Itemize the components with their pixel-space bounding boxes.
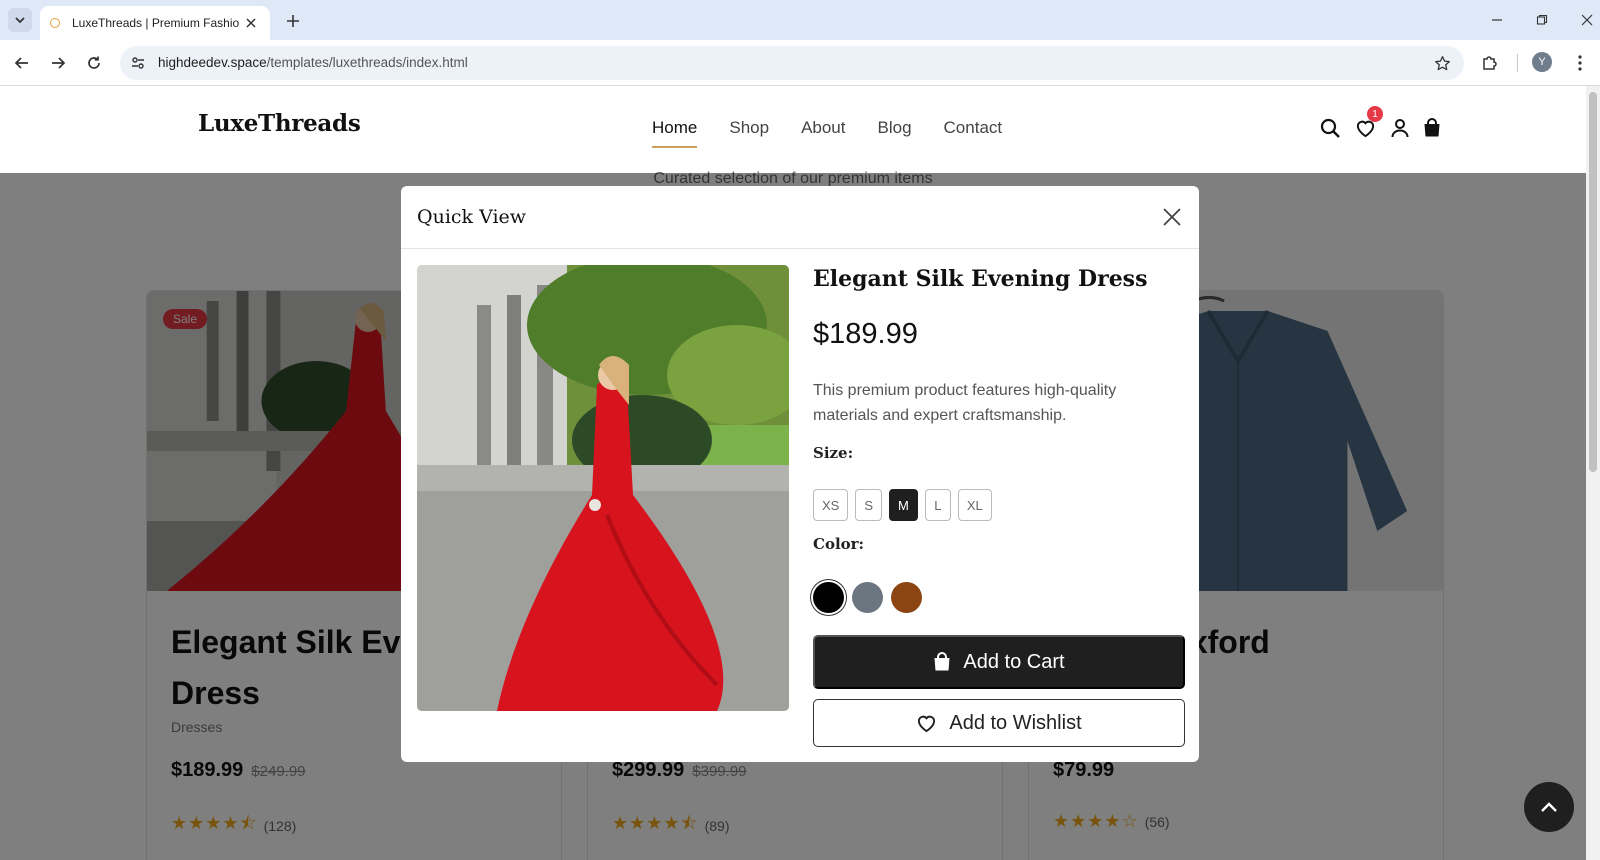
- product-price: $189.99: [813, 318, 918, 350]
- product-name: Elegant Silk Evening Dress: [813, 266, 1148, 292]
- tab-close-icon[interactable]: [242, 14, 260, 32]
- site-header: LuxeThreads Home Shop About Blog Contact…: [0, 86, 1586, 173]
- add-to-cart-label: Add to Cart: [963, 650, 1065, 673]
- restore-icon: [1536, 14, 1548, 25]
- extensions-button[interactable]: [1478, 51, 1502, 75]
- minimize-icon: [1492, 19, 1502, 21]
- modal-title: Quick View: [417, 206, 527, 228]
- user-icon: [1391, 119, 1409, 138]
- add-to-wishlist-label: Add to Wishlist: [949, 711, 1082, 734]
- plus-icon: [287, 15, 299, 27]
- modal-close-button[interactable]: [1159, 204, 1185, 230]
- nav-shop[interactable]: Shop: [729, 118, 769, 148]
- add-to-wishlist-button[interactable]: Add to Wishlist: [813, 699, 1185, 747]
- profile-avatar[interactable]: Y: [1532, 52, 1552, 72]
- product-description: This premium product features high-quali…: [813, 382, 1117, 424]
- page-scrollbar[interactable]: [1586, 86, 1600, 860]
- chevron-up-icon: [1541, 802, 1557, 812]
- close-icon: [1163, 208, 1181, 226]
- color-swatch-gray[interactable]: [852, 582, 883, 613]
- scrollbar-thumb[interactable]: [1589, 92, 1597, 472]
- nav-blog[interactable]: Blog: [878, 118, 912, 148]
- close-icon: [1581, 14, 1593, 26]
- search-icon: [1320, 118, 1340, 138]
- color-options: [813, 582, 922, 613]
- site-info-icon[interactable]: [128, 53, 148, 73]
- back-to-top-button[interactable]: [1524, 782, 1574, 832]
- arrow-left-icon: [14, 57, 28, 69]
- browser-toolbar: highdeedev.space/templates/luxethreads/i…: [0, 40, 1600, 86]
- size-option-xl[interactable]: XL: [957, 489, 992, 521]
- new-tab-button[interactable]: [282, 10, 304, 32]
- size-label: Size:: [813, 444, 854, 462]
- nav-about[interactable]: About: [801, 118, 845, 148]
- site-logo[interactable]: LuxeThreads: [198, 110, 361, 137]
- arrow-right-icon: [52, 57, 66, 69]
- size-option-s[interactable]: S: [855, 489, 883, 521]
- modal-header: Quick View: [401, 186, 1199, 249]
- browser-tab-active[interactable]: LuxeThreads | Premium Fashion: [40, 6, 270, 40]
- browser-menu-button[interactable]: [1568, 51, 1592, 75]
- minimize-button[interactable]: [1486, 10, 1508, 30]
- heart-icon: [918, 715, 936, 732]
- tab-search-button[interactable]: [8, 8, 32, 32]
- account-button[interactable]: [1388, 116, 1412, 140]
- size-option-xs[interactable]: XS: [813, 489, 849, 521]
- wishlist-count-badge: 1: [1367, 106, 1383, 122]
- quick-view-modal: Quick View Elegant Silk Evening Dress $1…: [401, 186, 1199, 762]
- wishlist-button[interactable]: 1: [1353, 106, 1383, 140]
- shopping-bag-icon: [934, 652, 950, 671]
- color-swatch-black[interactable]: [813, 582, 844, 613]
- reload-button[interactable]: [82, 51, 106, 75]
- color-swatch-brown[interactable]: [891, 582, 922, 613]
- cart-button[interactable]: [1420, 116, 1444, 140]
- chevron-down-icon: [15, 17, 25, 24]
- shopping-bag-icon: [1424, 118, 1440, 137]
- toolbar-separator: [1517, 54, 1518, 72]
- tab-title: LuxeThreads | Premium Fashion: [72, 16, 240, 30]
- reload-icon: [88, 56, 100, 69]
- bookmark-star-icon[interactable]: [1432, 53, 1452, 73]
- nav-home[interactable]: Home: [652, 118, 698, 148]
- color-label: Color:: [813, 535, 865, 553]
- product-image: [417, 265, 789, 711]
- size-option-m[interactable]: M: [889, 489, 918, 521]
- back-button[interactable]: [10, 51, 34, 75]
- forward-button[interactable]: [46, 51, 70, 75]
- browser-tabstrip: LuxeThreads | Premium Fashion: [0, 0, 1600, 40]
- close-window-button[interactable]: [1576, 10, 1598, 30]
- main-nav: Home Shop About Blog Contact: [652, 118, 1034, 148]
- kebab-menu-icon: [1578, 55, 1582, 71]
- size-option-l[interactable]: L: [924, 489, 951, 521]
- favicon-icon: [50, 18, 60, 28]
- puzzle-icon: [1483, 56, 1497, 70]
- search-button[interactable]: [1318, 116, 1342, 140]
- add-to-cart-button[interactable]: Add to Cart: [813, 635, 1185, 689]
- address-bar[interactable]: highdeedev.space/templates/luxethreads/i…: [120, 46, 1464, 80]
- restore-button[interactable]: [1531, 10, 1553, 30]
- nav-contact[interactable]: Contact: [944, 118, 1003, 148]
- size-options: XS S M L XL: [813, 489, 992, 521]
- url-text[interactable]: highdeedev.space/templates/luxethreads/i…: [158, 55, 468, 70]
